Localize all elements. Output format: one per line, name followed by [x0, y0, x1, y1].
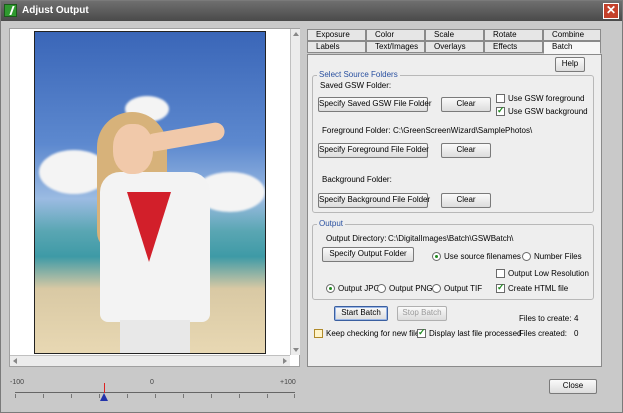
slider-tick: [267, 394, 268, 398]
preview-horizontal-scrollbar[interactable]: [10, 355, 290, 366]
specify-output-button[interactable]: Specify Output Folder: [322, 247, 414, 262]
use-gsw-background-checkbox[interactable]: [496, 105, 505, 116]
start-batch-button[interactable]: Start Batch: [334, 306, 388, 321]
slider-mid-label: 0: [150, 379, 154, 386]
use-gsw-background-label: Use GSW background: [508, 107, 588, 116]
source-group-title: Select Source Folders: [317, 70, 400, 79]
create-html-label: Create HTML file: [508, 284, 569, 293]
slider-tick: [294, 394, 295, 398]
tab-combine[interactable]: Combine: [543, 29, 601, 41]
use-gsw-foreground-label: Use GSW foreground: [508, 94, 585, 103]
slider-tick: [155, 394, 156, 398]
tab-overlays[interactable]: Overlays: [425, 41, 484, 53]
tab-color[interactable]: Color: [366, 29, 425, 41]
preview-photo: [34, 31, 266, 354]
adjust-slider-track[interactable]: [15, 392, 295, 393]
slider-tick: [15, 394, 16, 398]
tab-effects[interactable]: Effects: [484, 41, 543, 53]
number-files-radio[interactable]: [522, 252, 531, 261]
output-png-label: Output PNG: [389, 284, 433, 293]
scroll-down-icon[interactable]: [293, 348, 299, 352]
title-bar: Adjust Output ✕: [1, 1, 622, 21]
tab-text-images[interactable]: Text/Images: [366, 41, 425, 53]
slider-tick: [239, 394, 240, 398]
tab-labels[interactable]: Labels: [307, 41, 366, 53]
output-tif-radio[interactable]: [432, 284, 441, 293]
preview-vertical-scrollbar[interactable]: [290, 29, 300, 355]
app-icon: [4, 4, 17, 17]
slider-thumb[interactable]: [100, 393, 108, 401]
specify-background-button[interactable]: Specify Background File Folder: [318, 193, 430, 208]
keep-checking-label: Keep checking for new files: [326, 329, 424, 338]
slider-max-label: +100: [280, 379, 296, 386]
tab-batch[interactable]: Batch: [543, 41, 601, 54]
files-created-label: Files created:: [519, 329, 568, 338]
use-gsw-foreground-checkbox[interactable]: [496, 94, 505, 103]
clear-foreground-button[interactable]: Clear: [441, 143, 491, 158]
close-button[interactable]: Close: [549, 379, 597, 394]
output-low-resolution-label: Output Low Resolution: [508, 269, 589, 278]
clear-saved-button[interactable]: Clear: [441, 97, 491, 112]
saved-gsw-label: Saved GSW Folder:: [320, 81, 392, 90]
specify-saved-gsw-button[interactable]: Specify Saved GSW File Folder: [318, 97, 431, 112]
files-to-create-label: Files to create:: [519, 314, 572, 323]
slider-tick: [211, 394, 212, 398]
slider-min-label: -100: [10, 379, 25, 386]
specify-foreground-button[interactable]: Specify Foreground File Folder: [318, 143, 429, 158]
stop-batch-button[interactable]: Stop Batch: [397, 306, 447, 321]
output-directory-label: Output Directory:: [326, 234, 387, 243]
output-jpg-radio[interactable]: [326, 284, 335, 293]
adjust-output-window: Adjust Output ✕ -100 0 +100 Exposure Col…: [0, 0, 623, 413]
background-folder-label: Background Folder:: [322, 175, 392, 184]
slider-tick: [127, 394, 128, 398]
tab-scale[interactable]: Scale: [425, 29, 484, 41]
foreground-folder-label: Foreground Folder:: [322, 126, 391, 135]
keep-checking-checkbox[interactable]: [314, 329, 323, 338]
display-last-file-checkbox[interactable]: [417, 327, 426, 338]
scroll-up-icon[interactable]: [293, 32, 299, 36]
slider-tick: [183, 394, 184, 398]
output-group-title: Output: [317, 219, 346, 228]
scroll-right-icon[interactable]: [283, 358, 287, 364]
output-low-resolution-checkbox[interactable]: [496, 269, 505, 278]
girl-legs: [120, 320, 190, 353]
scroll-left-icon[interactable]: [13, 358, 17, 364]
close-window-icon[interactable]: ✕: [603, 3, 619, 19]
display-last-file-label: Display last file processed: [429, 329, 522, 338]
settings-tabs: Exposure Color Scale Rotate Combine Labe…: [307, 29, 603, 55]
tab-exposure[interactable]: Exposure: [307, 29, 366, 41]
foreground-folder-path: C:\GreenScreenWizard\SamplePhotos\: [393, 126, 533, 135]
girl-scarf: [127, 192, 171, 262]
create-html-checkbox[interactable]: [496, 282, 505, 293]
slider-tick: [43, 394, 44, 398]
tab-rotate[interactable]: Rotate: [484, 29, 543, 41]
slider-marker: [104, 383, 105, 393]
output-tif-label: Output TIF: [444, 284, 483, 293]
output-jpg-label: Output JPG: [338, 284, 380, 293]
use-source-filenames-label: Use source filenames: [444, 252, 521, 261]
clear-background-button[interactable]: Clear: [441, 193, 491, 208]
output-png-radio[interactable]: [377, 284, 386, 293]
number-files-label: Number Files: [534, 252, 582, 261]
output-directory-path: C:\DigitalImages\Batch\GSWBatch\: [388, 234, 514, 243]
girl-face: [113, 124, 153, 174]
use-source-filenames-radio[interactable]: [432, 252, 441, 261]
help-button[interactable]: Help: [555, 57, 585, 72]
files-created-value: 0: [574, 329, 579, 338]
window-title: Adjust Output: [22, 5, 89, 16]
files-to-create-value: 4: [574, 314, 579, 323]
slider-tick: [71, 394, 72, 398]
